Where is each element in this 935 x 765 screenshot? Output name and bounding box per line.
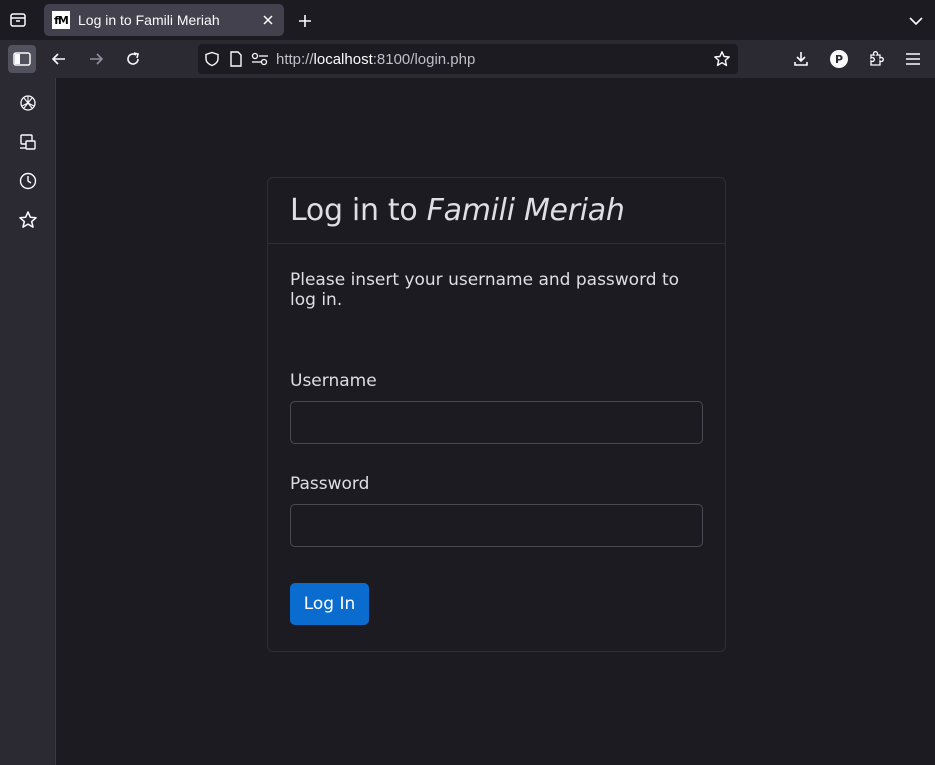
username-input[interactable] xyxy=(290,401,703,444)
login-card-header: Log in to Famili Meriah xyxy=(268,178,725,244)
star-icon xyxy=(714,51,730,67)
url-path: :8100/login.php xyxy=(372,50,476,68)
tab-close-button[interactable] xyxy=(256,8,280,32)
back-button[interactable] xyxy=(45,45,73,73)
tab-active[interactable]: fM Log in to Famili Meriah xyxy=(44,4,284,36)
sidebar-item-bookmarks[interactable] xyxy=(14,206,42,234)
url-bar[interactable]: http://localhost:8100/login.php xyxy=(198,44,738,74)
puzzle-icon xyxy=(870,51,884,66)
site-favicon: fM xyxy=(52,11,70,29)
shield-icon xyxy=(205,51,219,67)
page-icon xyxy=(230,51,242,67)
chatgpt-icon xyxy=(20,95,36,111)
login-card: Log in to Famili Meriah Please insert yo… xyxy=(267,177,726,652)
login-instructions: Please insert your username and password… xyxy=(290,270,680,310)
clock-icon xyxy=(19,172,37,190)
url-scheme: http:// xyxy=(276,50,314,68)
login-button[interactable]: Log In xyxy=(290,583,369,625)
account-button[interactable]: P xyxy=(825,45,853,73)
page-content: Log in to Famili Meriah Please insert yo… xyxy=(56,78,935,765)
avatar: P xyxy=(830,50,848,68)
sidebar-item-chatbot[interactable] xyxy=(14,89,42,117)
downloads-button[interactable] xyxy=(787,45,815,73)
firefox-view-icon xyxy=(10,13,26,27)
page-title-prefix: Log in to xyxy=(290,193,427,228)
password-label: Password xyxy=(290,474,370,494)
navigation-toolbar: http://localhost:8100/login.php P xyxy=(0,40,935,78)
login-card-body: Please insert your username and password… xyxy=(268,270,725,625)
sidebar-item-history[interactable] xyxy=(14,167,42,195)
chevron-down-icon xyxy=(909,17,923,26)
page-title-site: Famili Meriah xyxy=(426,193,625,228)
firefox-view-button[interactable] xyxy=(4,6,32,34)
hamburger-menu-icon xyxy=(906,53,920,65)
star-icon xyxy=(19,211,37,228)
close-icon xyxy=(263,15,273,25)
forward-button[interactable] xyxy=(82,45,110,73)
arrow-right-icon xyxy=(90,53,104,65)
extensions-button[interactable] xyxy=(862,45,890,73)
page-title: Log in to Famili Meriah xyxy=(290,193,625,228)
plus-icon xyxy=(299,15,311,27)
reload-button[interactable] xyxy=(119,45,147,73)
synced-tabs-icon xyxy=(20,134,36,150)
bookmark-star-button[interactable] xyxy=(710,47,734,71)
permissions-icon xyxy=(251,52,268,66)
permissions-button[interactable] xyxy=(248,47,272,71)
username-label: Username xyxy=(290,371,377,391)
new-tab-button[interactable] xyxy=(292,8,318,34)
page-info-button[interactable] xyxy=(224,47,248,71)
url-host: localhost xyxy=(313,50,373,68)
password-input[interactable] xyxy=(290,504,703,547)
sidebar xyxy=(0,78,56,765)
url-text: http://localhost:8100/login.php xyxy=(276,51,475,68)
tab-strip: fM Log in to Famili Meriah xyxy=(0,0,935,40)
sidebar-toggle-button[interactable] xyxy=(8,45,36,73)
reload-icon xyxy=(127,52,139,65)
arrow-left-icon xyxy=(51,53,65,65)
list-all-tabs-button[interactable] xyxy=(903,8,929,34)
tab-title: Log in to Famili Meriah xyxy=(78,12,220,28)
sidebar-icon xyxy=(13,52,31,66)
tracking-protection-button[interactable] xyxy=(200,47,224,71)
app-menu-button[interactable] xyxy=(899,45,927,73)
download-icon xyxy=(794,52,808,66)
sidebar-item-synced-tabs[interactable] xyxy=(14,128,42,156)
